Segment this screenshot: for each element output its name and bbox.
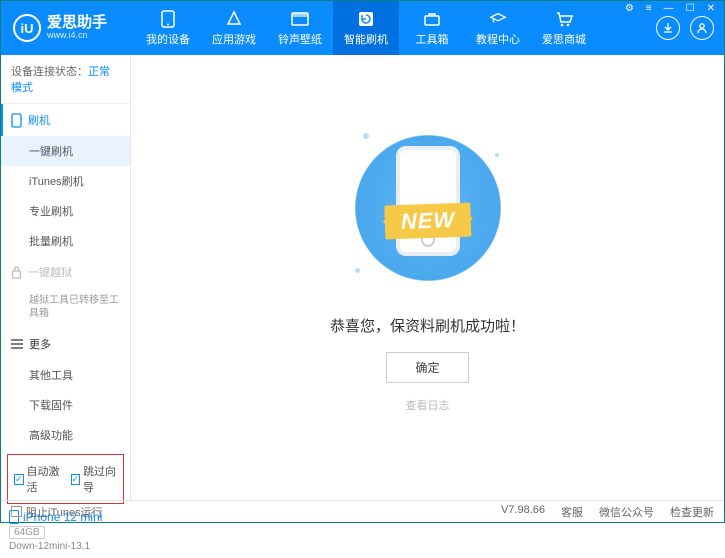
confirm-button[interactable]: 确定: [386, 352, 468, 383]
brand-name: 爱思助手: [47, 15, 107, 32]
close-icon[interactable]: ✕: [704, 3, 718, 14]
sidebar-group-jailbreak[interactable]: 一键越狱: [1, 256, 130, 288]
sidebar-group-more[interactable]: 更多: [1, 328, 130, 360]
service-link[interactable]: 客服: [561, 504, 583, 520]
new-banner: NEW: [384, 203, 471, 240]
checkmark-icon: ✓: [71, 474, 81, 485]
sidebar-item-batch[interactable]: 批量刷机: [1, 226, 130, 256]
sidebar-item-pro[interactable]: 专业刷机: [1, 196, 130, 226]
version-label: V7.98.66: [501, 504, 545, 520]
nav-ringtones[interactable]: 铃声壁纸: [267, 1, 333, 55]
sidebar-item-oneclick[interactable]: 一键刷机: [1, 136, 130, 166]
checkbox-icon: [11, 506, 22, 517]
maximize-icon[interactable]: ☐: [683, 3, 698, 14]
nav-toolbox[interactable]: 工具箱: [399, 1, 465, 55]
nav-label: 教程中心: [476, 31, 520, 47]
block-itunes-checkbox[interactable]: 阻止iTunes运行: [11, 504, 103, 520]
nav-my-device[interactable]: 我的设备: [135, 1, 201, 55]
sidebar-group-label: 一键越狱: [28, 264, 72, 280]
title-bar: iU 爱思助手 www.i4.cn 我的设备 应用游戏 铃声壁纸 智能刷机 工具…: [1, 1, 724, 55]
lock-icon: [11, 266, 22, 279]
checkbox-row: ✓ 自动激活 ✓ 跳过向导: [7, 454, 124, 504]
main-content: NEW 恭喜您，保资料刷机成功啦！ 确定 查看日志: [131, 55, 724, 500]
cart-icon: [555, 10, 573, 28]
sidebar-item-download-fw[interactable]: 下载固件: [1, 390, 130, 420]
sidebar-group-flash[interactable]: 刷机: [1, 104, 130, 136]
connection-status: 设备连接状态：正常模式: [1, 55, 130, 104]
check-update-link[interactable]: 检查更新: [670, 504, 714, 520]
sidebar-group-label: 刷机: [28, 112, 50, 128]
graduation-icon: [489, 10, 507, 28]
refresh-icon: [357, 10, 375, 28]
device-firmware: Down-12mini-13,1: [9, 541, 122, 552]
nav-label: 铃声壁纸: [278, 31, 322, 47]
sidebar-item-advanced[interactable]: 高级功能: [1, 420, 130, 450]
menu-icon[interactable]: ≡: [643, 3, 655, 14]
checkbox-skip-guide[interactable]: ✓ 跳过向导: [71, 463, 118, 495]
wechat-link[interactable]: 微信公众号: [599, 504, 654, 520]
jailbreak-moved-msg: 越狱工具已转移至工具箱: [1, 288, 130, 328]
nav-label: 爱思商城: [542, 31, 586, 47]
brand: iU 爱思助手 www.i4.cn: [1, 14, 119, 42]
nav-flash[interactable]: 智能刷机: [333, 1, 399, 55]
brand-logo-icon: iU: [13, 14, 41, 42]
sidebar: 设备连接状态：正常模式 刷机 一键刷机 iTunes刷机 专业刷机 批量刷机 一…: [1, 55, 131, 500]
device-capacity: 64GB: [9, 526, 45, 539]
nav-apps[interactable]: 应用游戏: [201, 1, 267, 55]
sidebar-group-label: 更多: [29, 336, 51, 352]
toolbox-icon: [423, 10, 441, 28]
apps-icon: [225, 10, 243, 28]
status-bar: 阻止iTunes运行 V7.98.66 客服 微信公众号 检查更新: [1, 500, 724, 522]
success-illustration: NEW: [343, 123, 513, 293]
sidebar-item-itunes[interactable]: iTunes刷机: [1, 166, 130, 196]
success-message: 恭喜您，保资料刷机成功啦！: [330, 315, 525, 336]
wallpaper-icon: [291, 10, 309, 28]
view-log-link[interactable]: 查看日志: [406, 397, 450, 413]
settings-icon[interactable]: ⚙: [622, 3, 637, 14]
checkbox-auto-activate[interactable]: ✓ 自动激活: [14, 463, 61, 495]
phone-icon: [159, 10, 177, 28]
nav-store[interactable]: 爱思商城: [531, 1, 597, 55]
nav-label: 我的设备: [146, 31, 190, 47]
nav-label: 应用游戏: [212, 31, 256, 47]
minimize-icon[interactable]: —: [661, 3, 677, 14]
brand-url: www.i4.cn: [47, 31, 107, 41]
nav-label: 工具箱: [416, 31, 449, 47]
phone-icon: [11, 113, 22, 128]
nav-tutorials[interactable]: 教程中心: [465, 1, 531, 55]
top-nav: 我的设备 应用游戏 铃声壁纸 智能刷机 工具箱 教程中心 爱思商城: [135, 1, 597, 55]
list-icon: [11, 339, 23, 349]
download-button[interactable]: [656, 16, 680, 40]
user-button[interactable]: [690, 16, 714, 40]
sidebar-item-othertools[interactable]: 其他工具: [1, 360, 130, 390]
nav-label: 智能刷机: [344, 31, 388, 47]
checkmark-icon: ✓: [14, 474, 24, 485]
window-controls: ⚙ ≡ — ☐ ✕: [622, 3, 718, 14]
